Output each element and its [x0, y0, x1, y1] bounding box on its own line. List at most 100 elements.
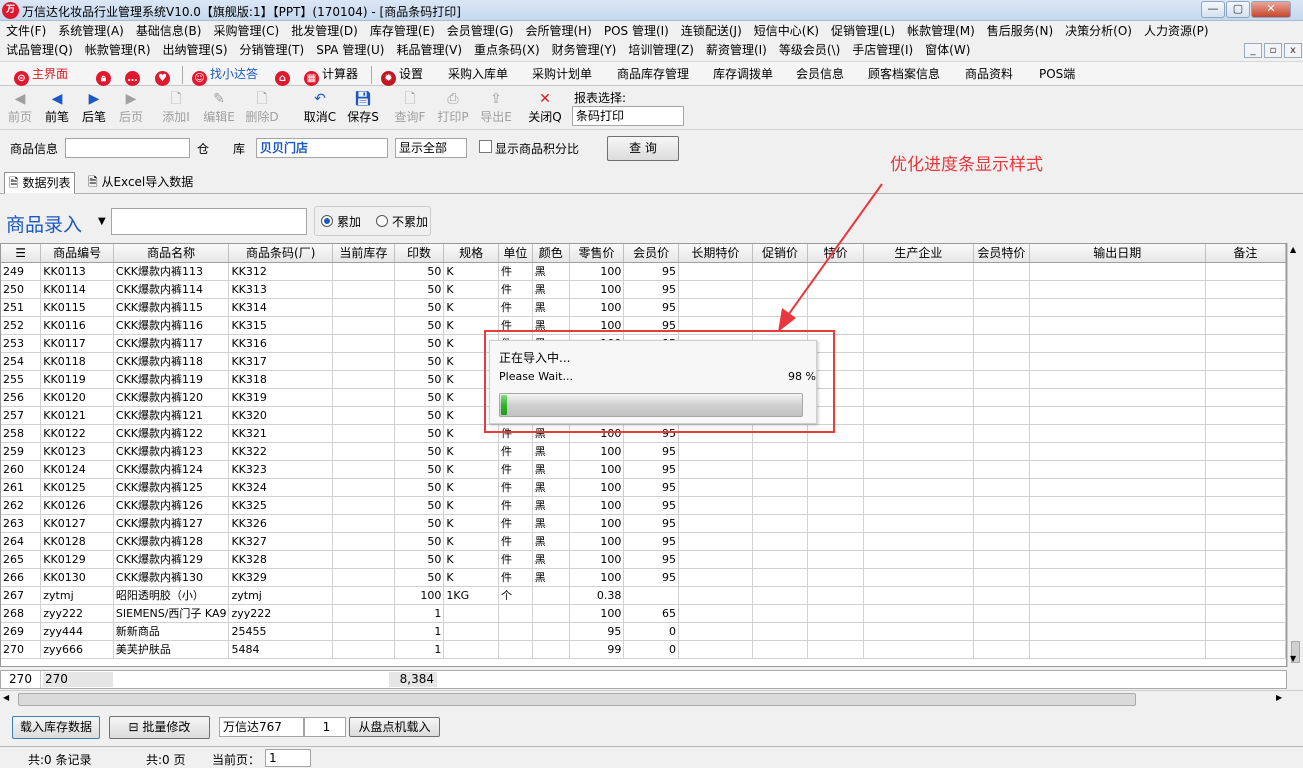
table-cell[interactable] [752, 496, 809, 515]
column-header[interactable]: 单位 [498, 244, 533, 263]
table-cell[interactable]: CKK爆款内裤113 [113, 262, 230, 281]
table-cell[interactable]: 95 [623, 298, 680, 317]
table-cell[interactable] [863, 568, 974, 587]
menu-item[interactable]: 采购管理(C) [207, 22, 285, 41]
table-cell[interactable] [1205, 496, 1286, 515]
table-cell[interactable]: 件 [498, 514, 533, 533]
current-page-input[interactable]: 1 [265, 749, 311, 767]
table-cell[interactable]: 件 [498, 298, 533, 317]
table-cell[interactable]: 50 [394, 316, 445, 335]
table-cell[interactable]: 100 [569, 514, 625, 533]
table-cell[interactable] [973, 460, 1030, 479]
table-cell[interactable]: CKK爆款内裤123 [113, 442, 230, 461]
table-cell[interactable]: 件 [498, 442, 533, 461]
table-cell[interactable] [1029, 514, 1206, 533]
table-cell[interactable] [678, 262, 753, 281]
table-cell[interactable] [1029, 568, 1206, 587]
table-cell[interactable]: 100 [569, 262, 625, 281]
table-cell[interactable] [678, 622, 753, 641]
menu-item[interactable]: 库存管理(E) [364, 22, 441, 41]
batch-edit-button[interactable]: ⊟ 批量修改 [109, 716, 210, 739]
no-accumulate-radio[interactable] [376, 215, 388, 227]
table-cell[interactable]: CKK爆款内裤120 [113, 388, 230, 407]
table-cell[interactable] [1205, 280, 1286, 299]
table-cell[interactable]: KK328 [228, 550, 333, 569]
mdi-restore-button[interactable]: ▫ [1264, 43, 1282, 58]
menu-item[interactable]: 基础信息(B) [130, 22, 208, 41]
table-cell[interactable] [332, 550, 395, 569]
table-cell[interactable] [332, 442, 395, 461]
menu-item[interactable]: 会员管理(G) [441, 22, 520, 41]
table-cell[interactable] [678, 496, 753, 515]
table-cell[interactable]: 100 [394, 586, 445, 605]
query-button[interactable]: 🗋︎ 查询F [390, 90, 430, 126]
menu-item[interactable]: 窗体(W) [919, 41, 976, 60]
menu-item[interactable]: 试品管理(Q) [0, 41, 79, 60]
close-form-button[interactable]: ✕ 关闭Q [525, 90, 565, 126]
table-cell[interactable]: 25455 [228, 622, 333, 641]
table-cell[interactable]: KK0115 [40, 298, 114, 317]
menu-item[interactable]: 系统管理(A) [52, 22, 130, 41]
menu-item[interactable]: 帐款管理(M) [901, 22, 981, 41]
table-row[interactable]: 262 KK0126 CKK爆款内裤126 KK325 50 K 件黑 100 95 [1, 496, 1286, 515]
table-cell[interactable]: 95 [569, 622, 625, 641]
table-cell[interactable] [332, 406, 395, 425]
menu-item[interactable]: 连锁配送(J) [675, 22, 748, 41]
table-cell[interactable]: CKK爆款内裤124 [113, 460, 230, 479]
table-cell[interactable] [863, 586, 974, 605]
table-cell[interactable] [1205, 334, 1286, 353]
table-cell[interactable] [973, 334, 1030, 353]
table-cell[interactable]: 65 [623, 604, 680, 623]
table-cell[interactable]: K [443, 478, 499, 497]
table-cell[interactable]: 件 [498, 568, 533, 587]
table-cell[interactable]: 95 [623, 568, 680, 587]
next-record-button[interactable]: ▶ 后笔 [74, 90, 114, 126]
table-cell[interactable] [973, 424, 1030, 443]
table-row[interactable]: 269 zyy444 新新商品 25455 1 95 0 [1, 622, 1286, 641]
table-cell[interactable] [678, 640, 753, 659]
table-cell[interactable]: 黑 [532, 496, 570, 515]
print-button[interactable]: ⎙ 打印P [433, 90, 473, 126]
table-cell[interactable]: KK0127 [40, 514, 114, 533]
table-cell[interactable]: 5484 [228, 640, 333, 659]
table-cell[interactable] [973, 514, 1030, 533]
device-name-input[interactable]: 万信达767 [219, 717, 304, 737]
table-cell[interactable]: KK323 [228, 460, 333, 479]
tab-excel-import[interactable]: 🗎︎ 从Excel导入数据 [84, 172, 197, 194]
table-cell[interactable]: K [443, 550, 499, 569]
menu-item[interactable]: 短信中心(K) [748, 22, 825, 41]
table-row[interactable]: 259 KK0123 CKK爆款内裤123 KK322 50 K 件黑 100 95 [1, 442, 1286, 461]
table-cell[interactable] [752, 478, 809, 497]
table-cell[interactable] [1205, 370, 1286, 389]
save-button[interactable]: 💾︎ 保存S [343, 90, 383, 126]
column-header[interactable]: 颜色 [532, 244, 570, 263]
table-cell[interactable]: 95 [623, 532, 680, 551]
quick-link[interactable]: 顾客档案信息 [868, 65, 940, 84]
table-cell[interactable]: KK0119 [40, 370, 114, 389]
table-cell[interactable]: 件 [498, 460, 533, 479]
table-cell[interactable] [863, 424, 974, 443]
menu-item[interactable]: SPA 管理(U) [310, 41, 390, 60]
table-cell[interactable] [332, 388, 395, 407]
table-cell[interactable] [678, 604, 753, 623]
table-cell[interactable]: 95 [623, 550, 680, 569]
message-button[interactable]: ♥ [155, 65, 173, 86]
table-cell[interactable] [678, 478, 753, 497]
table-cell[interactable] [973, 298, 1030, 317]
report-select-field[interactable]: 条码打印 [572, 106, 684, 126]
table-cell[interactable]: KK313 [228, 280, 333, 299]
table-cell[interactable]: 100 [569, 604, 625, 623]
table-cell[interactable] [1029, 604, 1206, 623]
table-cell[interactable]: 50 [394, 550, 445, 569]
menu-item[interactable]: 培训管理(Z) [622, 41, 700, 60]
quick-link[interactable]: 商品资料 [965, 65, 1013, 84]
table-cell[interactable] [973, 586, 1030, 605]
table-cell[interactable] [1205, 568, 1286, 587]
menu-item[interactable]: 等级会员(\) [773, 41, 846, 60]
table-cell[interactable] [807, 496, 864, 515]
table-cell[interactable] [332, 298, 395, 317]
column-header[interactable]: 当前库存 [332, 244, 395, 263]
table-cell[interactable]: 美芙护肤品 [113, 640, 230, 659]
table-cell[interactable] [332, 370, 395, 389]
export-button[interactable]: ⇪ 导出E [476, 90, 516, 126]
